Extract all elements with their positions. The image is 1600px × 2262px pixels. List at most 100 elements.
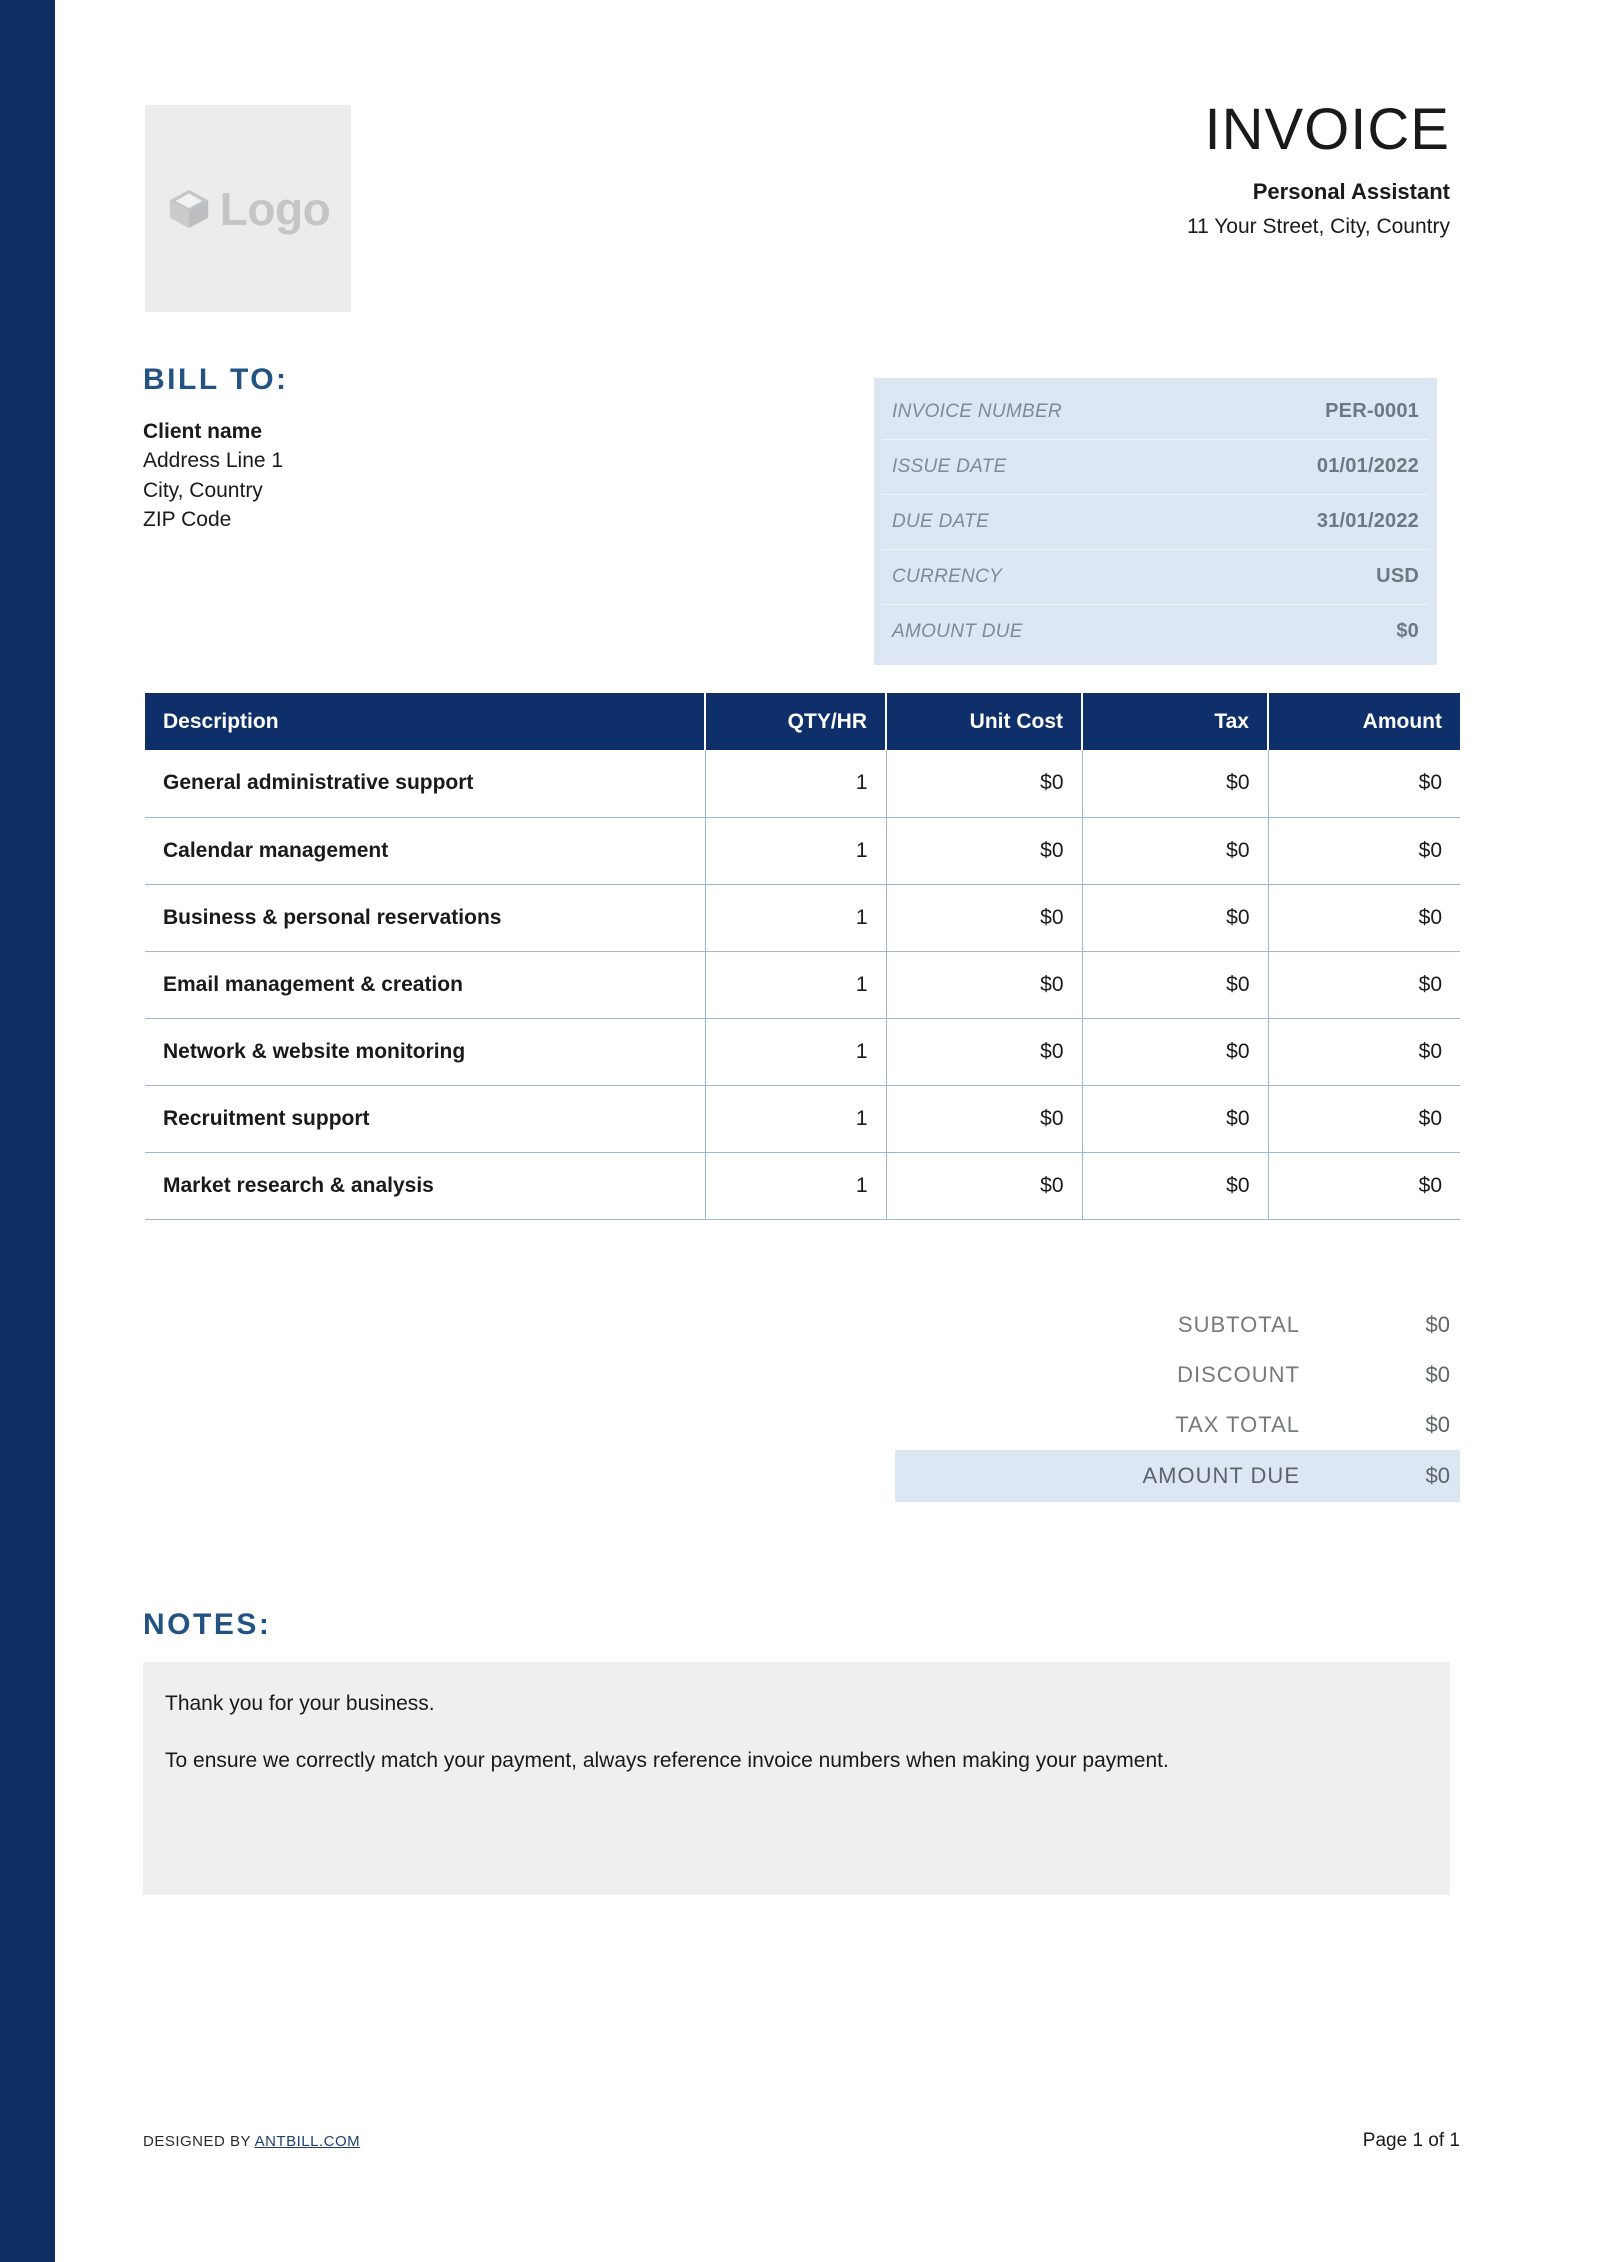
meta-value: PER-0001 (1325, 400, 1419, 422)
page-title: INVOICE (1204, 97, 1450, 162)
cell-qty: 1 (705, 1085, 887, 1153)
cell-tax: $0 (1082, 884, 1269, 952)
cell-description: Market research & analysis (145, 1152, 706, 1220)
tax-total-value: $0 (1425, 1412, 1450, 1437)
cell-tax: $0 (1082, 1085, 1269, 1153)
total-row-tax-total: TAX TOTAL $0 (740, 1400, 1460, 1450)
logo-inner: Logo (166, 182, 331, 235)
designed-by: DESIGNED BY ANTBILL.COM (143, 2133, 360, 2150)
logo-placeholder[interactable]: Logo (145, 105, 351, 312)
column-header-tax: Tax (1082, 693, 1269, 750)
cell-amount: $0 (1268, 750, 1460, 818)
cell-unit-cost: $0 (886, 951, 1083, 1019)
meta-label: CURRENCY (892, 565, 1003, 587)
cell-amount: $0 (1268, 1018, 1460, 1086)
meta-label: AMOUNT DUE (892, 620, 1023, 642)
company-address: 11 Your Street, City, Country (1186, 215, 1450, 239)
cell-unit-cost: $0 (886, 1085, 1083, 1153)
cell-description: General administrative support (145, 750, 706, 818)
client-zip-code: ZIP Code (143, 508, 232, 532)
table-row: Network & website monitoring 1 $0 $0 $0 (145, 1018, 1460, 1086)
cell-qty: 1 (705, 1018, 887, 1086)
discount-value: $0 (1425, 1362, 1450, 1387)
cell-description: Recruitment support (145, 1085, 706, 1153)
meta-label: ISSUE DATE (892, 455, 1007, 477)
meta-value: $0 (1396, 620, 1419, 642)
cell-description: Email management & creation (145, 951, 706, 1019)
total-row-discount: DISCOUNT $0 (740, 1350, 1460, 1400)
line-items-body: General administrative support 1 $0 $0 $… (145, 750, 1460, 1220)
meta-label: DUE DATE (892, 510, 990, 532)
line-items-head: Description QTY/HR Unit Cost Tax Amount (145, 693, 1460, 750)
page-indicator: Page 1 of 1 (1362, 2130, 1460, 2151)
cell-qty: 1 (705, 817, 887, 885)
cell-description: Business & personal reservations (145, 884, 706, 952)
cell-amount: $0 (1268, 1085, 1460, 1153)
table-row: Recruitment support 1 $0 $0 $0 (145, 1085, 1460, 1153)
column-header-description: Description (145, 693, 706, 750)
total-row-subtotal: SUBTOTAL $0 (740, 1300, 1460, 1350)
cell-tax: $0 (1082, 750, 1269, 818)
client-name: Client name (143, 420, 263, 443)
invoice-header: Logo INVOICE Personal Assistant 11 Your … (145, 97, 1450, 315)
cube-icon (166, 186, 212, 232)
cell-qty: 1 (705, 951, 887, 1019)
invoice-page: Logo INVOICE Personal Assistant 11 Your … (0, 0, 1600, 2262)
cell-unit-cost: $0 (886, 750, 1083, 818)
page-footer: DESIGNED BY ANTBILL.COM Page 1 of 1 (143, 2130, 1460, 2152)
invoice-content: Logo INVOICE Personal Assistant 11 Your … (0, 0, 1600, 2262)
meta-row-invoice-number: INVOICE NUMBER PER-0001 (874, 384, 1437, 439)
cell-description: Calendar management (145, 817, 706, 885)
amount-due-value: $0 (1425, 1463, 1450, 1488)
cell-unit-cost: $0 (886, 1018, 1083, 1086)
client-address-line-1: Address Line 1 (143, 449, 284, 473)
amount-due-label: AMOUNT DUE (1142, 1463, 1300, 1488)
table-header-row: Description QTY/HR Unit Cost Tax Amount (145, 693, 1460, 750)
table-row: General administrative support 1 $0 $0 $… (145, 750, 1460, 818)
cell-unit-cost: $0 (886, 817, 1083, 885)
antbill-link[interactable]: ANTBILL.COM (255, 2133, 361, 2150)
line-items-table: Description QTY/HR Unit Cost Tax Amount … (145, 693, 1460, 1220)
meta-value: 31/01/2022 (1316, 510, 1419, 532)
table-row: Business & personal reservations 1 $0 $0… (145, 884, 1460, 952)
cell-tax: $0 (1082, 1018, 1269, 1086)
cell-amount: $0 (1268, 1152, 1460, 1220)
cell-amount: $0 (1268, 884, 1460, 952)
subtotal-value: $0 (1425, 1312, 1450, 1337)
table-row: Calendar management 1 $0 $0 $0 (145, 817, 1460, 885)
cell-qty: 1 (705, 1152, 887, 1220)
cell-qty: 1 (705, 750, 887, 818)
cell-description: Network & website monitoring (145, 1018, 706, 1086)
logo-text: Logo (219, 182, 331, 235)
column-header-qty: QTY/HR (705, 693, 887, 750)
cell-amount: $0 (1268, 817, 1460, 885)
cell-qty: 1 (705, 884, 887, 952)
meta-row-currency: CURRENCY USD (874, 549, 1437, 604)
bill-to-heading: BILL TO: (143, 363, 289, 396)
notes-heading: NOTES: (143, 1608, 272, 1641)
bill-to-section: BILL TO: Client name Address Line 1 City… (143, 365, 703, 535)
company-name: Personal Assistant (1252, 178, 1450, 204)
meta-value: USD (1376, 565, 1419, 587)
header-right-block: INVOICE Personal Assistant 11 Your Stree… (1187, 97, 1450, 241)
notes-paragraph-1: Thank you for your business. (165, 1692, 435, 1715)
meta-row-amount-due: AMOUNT DUE $0 (874, 604, 1437, 659)
cell-amount: $0 (1268, 951, 1460, 1019)
meta-value: 01/01/2022 (1316, 455, 1419, 477)
column-header-amount: Amount (1268, 693, 1460, 750)
cell-tax: $0 (1082, 817, 1269, 885)
cell-tax: $0 (1082, 951, 1269, 1019)
totals-section: SUBTOTAL $0 DISCOUNT $0 TAX TOTAL $0 AMO… (740, 1300, 1460, 1502)
meta-row-due-date: DUE DATE 31/01/2022 (874, 494, 1437, 549)
notes-box[interactable]: Thank you for your business. To ensure w… (143, 1662, 1450, 1895)
notes-paragraph-2: To ensure we correctly match your paymen… (165, 1748, 1169, 1772)
table-row: Email management & creation 1 $0 $0 $0 (145, 951, 1460, 1019)
table-row: Market research & analysis 1 $0 $0 $0 (145, 1152, 1460, 1220)
invoice-meta-box: INVOICE NUMBER PER-0001 ISSUE DATE 01/01… (874, 378, 1437, 665)
discount-label: DISCOUNT (1177, 1362, 1300, 1387)
meta-row-issue-date: ISSUE DATE 01/01/2022 (874, 439, 1437, 494)
total-row-amount-due: AMOUNT DUE $0 (895, 1450, 1460, 1502)
tax-total-label: TAX TOTAL (1175, 1412, 1300, 1437)
notes-section: NOTES: Thank you for your business. To e… (143, 1610, 1453, 1895)
cell-tax: $0 (1082, 1152, 1269, 1220)
